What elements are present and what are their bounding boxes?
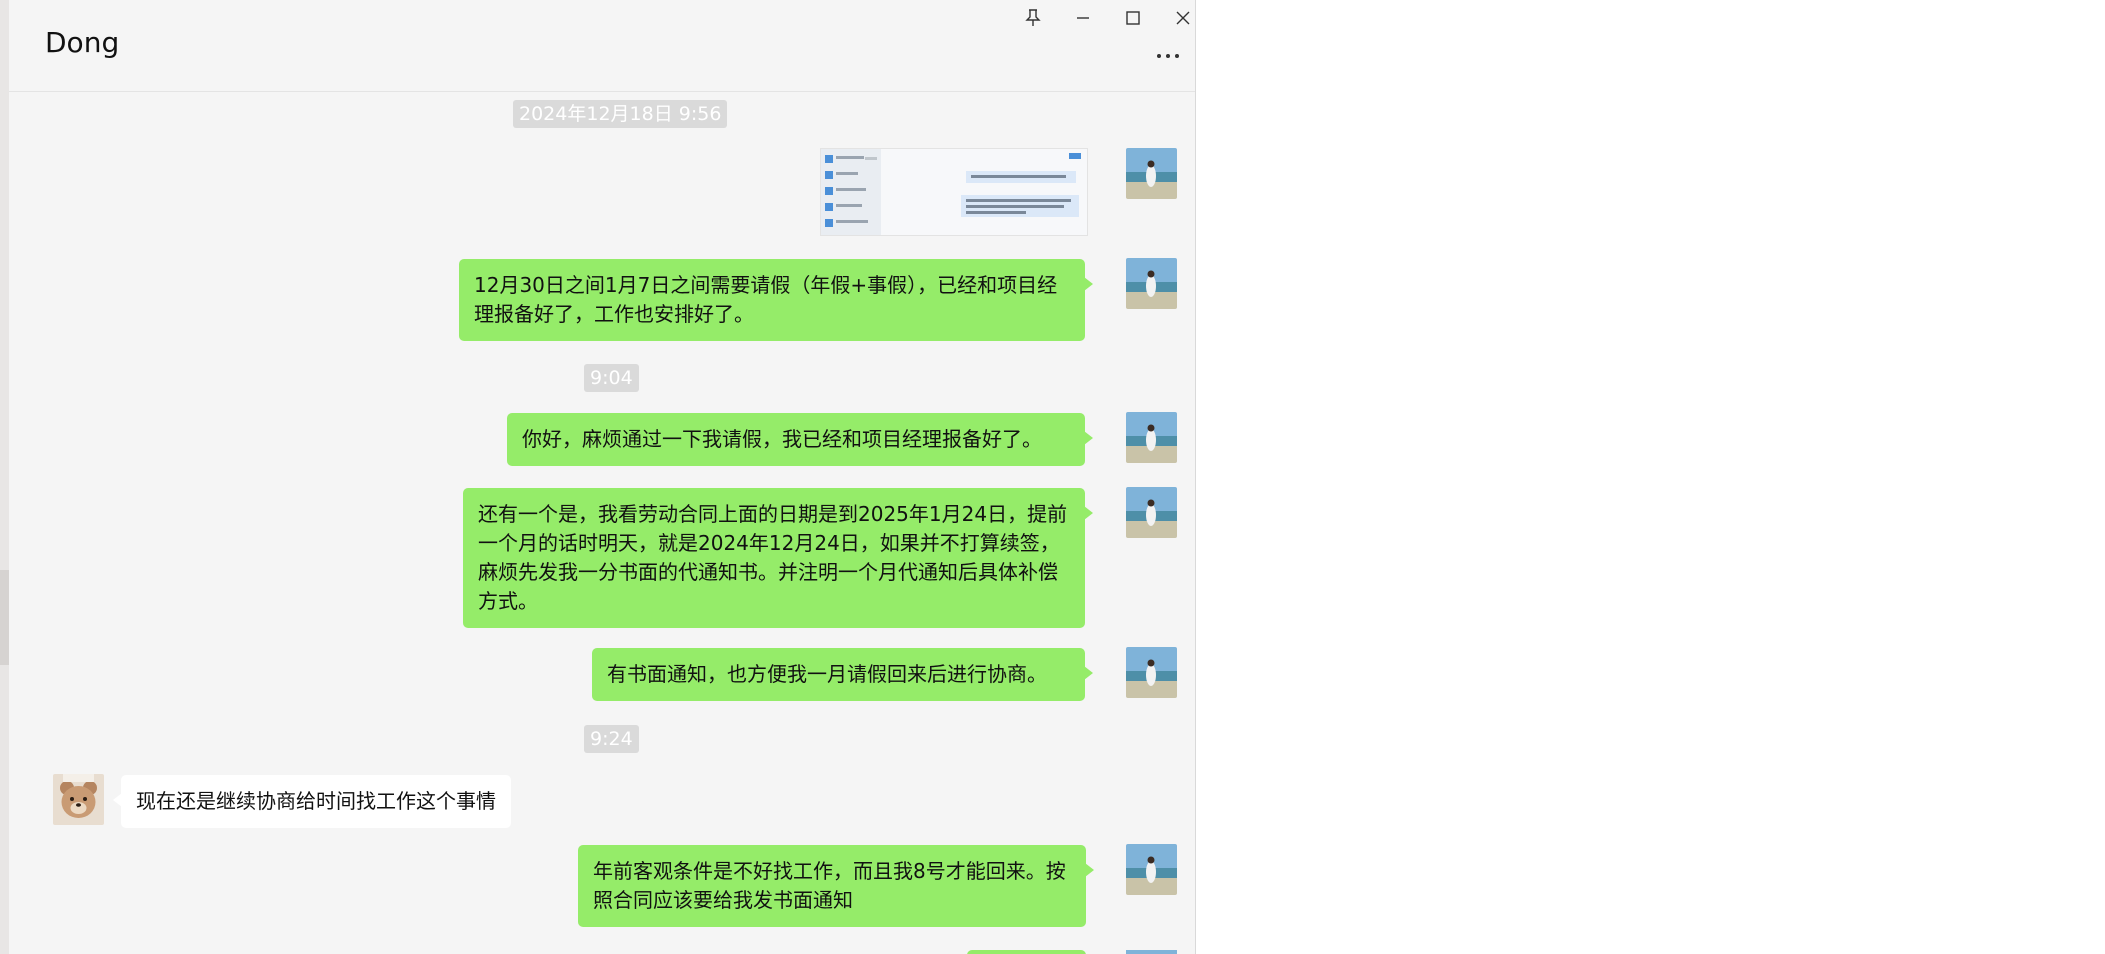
screenshot-thumbnail-image [821, 149, 1087, 235]
pin-button[interactable] [1013, 4, 1053, 32]
pin-icon [1025, 9, 1041, 26]
timestamp: 2024年12月18日 9:56 [513, 100, 728, 128]
message-bubble-sent[interactable]: 年前客观条件是不好找工作，而且我8号才能回来。按照合同应该要给我发书面通知 [578, 845, 1094, 927]
message-bubble-sent[interactable]: 有书面通知，也方便我一月请假回来后进行协商。 [592, 648, 1093, 701]
avatar-image [1126, 844, 1177, 895]
bear-avatar-image [53, 774, 104, 825]
timestamp: 9:04 [584, 364, 639, 392]
maximize-icon [1126, 11, 1140, 25]
avatar-image [1126, 647, 1177, 698]
my-avatar[interactable] [1126, 258, 1177, 309]
more-icon-dot [1175, 54, 1179, 58]
my-avatar[interactable] [1126, 412, 1177, 463]
my-avatar-partial[interactable] [1126, 950, 1177, 954]
timestamp: 9:24 [584, 725, 639, 753]
avatar-image [1126, 258, 1177, 309]
close-icon [1176, 11, 1190, 25]
contact-avatar[interactable] [53, 774, 104, 825]
minimize-button[interactable] [1063, 4, 1103, 32]
more-button[interactable] [1151, 44, 1185, 68]
message-list[interactable]: 2024年12月18日 9:56 12月30日之间1月7日之间需要请假（年假+事… [9, 92, 1195, 954]
message-bubble-sent[interactable]: 你好，麻烦通过一下我请假，我已经和项目经理报备好了。 [507, 413, 1093, 466]
chat-title: Dong [45, 26, 120, 59]
avatar-image [1126, 148, 1177, 199]
background-scrollbar [0, 570, 9, 665]
message-bubble-sent[interactable]: 12月30日之间1月7日之间需要请假（年假+事假），已经和项目经理报备好了，工作… [459, 259, 1093, 341]
chat-header: Dong [9, 0, 1195, 92]
more-icon-dot [1166, 54, 1170, 58]
chat-window: Dong 2024年12月18日 9:56 12月30日之间1月7日之间需要请假… [9, 0, 1196, 954]
message-bubble-sent-partial[interactable] [967, 950, 1086, 954]
maximize-button[interactable] [1113, 4, 1153, 32]
my-avatar[interactable] [1126, 148, 1177, 199]
message-bubble-received[interactable]: 现在还是继续协商给时间找工作这个事情 [113, 775, 511, 828]
more-icon [1157, 54, 1161, 58]
message-bubble-sent[interactable]: 还有一个是，我看劳动合同上面的日期是到2025年1月24日，提前一个月的话时明天… [463, 488, 1093, 628]
my-avatar[interactable] [1126, 487, 1177, 538]
avatar-image [1126, 412, 1177, 463]
my-avatar[interactable] [1126, 844, 1177, 895]
image-message[interactable] [820, 148, 1088, 236]
minimize-icon [1077, 17, 1089, 19]
background-window-edge [0, 0, 9, 954]
my-avatar[interactable] [1126, 647, 1177, 698]
avatar-image [1126, 487, 1177, 538]
close-button[interactable] [1163, 4, 1195, 32]
